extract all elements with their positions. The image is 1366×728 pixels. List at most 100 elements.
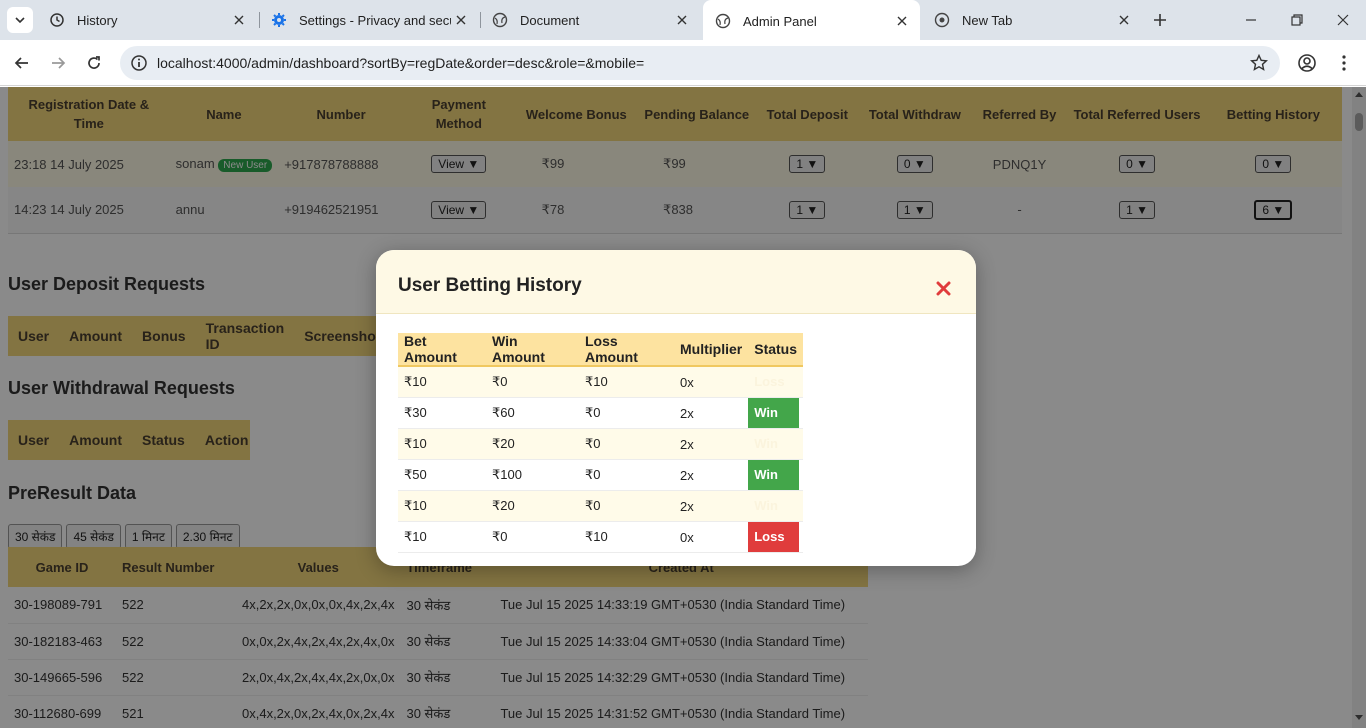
minimize-button[interactable] — [1228, 0, 1274, 40]
tab-search-button[interactable] — [7, 7, 33, 33]
close-tab-icon[interactable] — [229, 10, 249, 30]
col-header: Loss Amount — [579, 333, 674, 367]
bet-amount: ₹10 — [398, 490, 486, 522]
table-row: ₹10 ₹0 ₹10 0x Loss — [398, 366, 804, 398]
bet-amount: ₹10 — [398, 521, 486, 553]
col-header: Status — [748, 333, 804, 367]
status-cell: Win — [748, 397, 804, 429]
col-header: Win Amount — [486, 333, 579, 367]
new-tab-button[interactable] — [1148, 8, 1172, 32]
more-vert-icon — [1342, 55, 1346, 71]
profile-icon — [1298, 54, 1316, 72]
multiplier: 2x — [674, 397, 749, 429]
loss-amount: ₹0 — [579, 459, 674, 491]
tab-new-tab[interactable]: New Tab — [922, 0, 1142, 40]
table-row: ₹50 ₹100 ₹0 2x Win — [398, 459, 804, 491]
status-cell: Loss — [748, 366, 804, 398]
table-row: ₹30 ₹60 ₹0 2x Win — [398, 397, 804, 429]
tab-title: Document — [520, 12, 580, 28]
arrow-right-icon — [52, 57, 66, 69]
globe-icon — [492, 12, 508, 28]
arrow-left-icon — [14, 57, 28, 69]
tab-history[interactable]: History — [37, 0, 257, 40]
reload-icon — [88, 56, 100, 69]
win-amount: ₹0 — [486, 366, 579, 398]
multiplier: 2x — [674, 428, 749, 460]
col-header: Multiplier — [674, 333, 749, 367]
modal-close-button[interactable] — [933, 278, 953, 298]
status-badge: Win — [754, 436, 778, 451]
multiplier: 2x — [674, 490, 749, 522]
minimize-icon — [1246, 19, 1256, 21]
multiplier: 0x — [674, 366, 749, 398]
chevron-down-icon — [15, 17, 25, 24]
status-cell: Win — [748, 459, 804, 491]
modal-header: User Betting History — [376, 250, 976, 314]
url-text: localhost:4000/admin/dashboard?sortBy=re… — [157, 55, 645, 71]
win-amount: ₹60 — [486, 397, 579, 429]
tab-title: New Tab — [962, 12, 1013, 28]
address-bar[interactable]: localhost:4000/admin/dashboard?sortBy=re… — [120, 46, 1280, 80]
status-badge: Win — [754, 498, 778, 513]
loss-amount: ₹10 — [579, 521, 674, 553]
chrome-icon — [934, 12, 950, 28]
win-amount: ₹20 — [486, 428, 579, 460]
close-icon — [1337, 14, 1349, 26]
menu-button[interactable] — [1331, 50, 1357, 76]
bet-amount: ₹50 — [398, 459, 486, 491]
loss-amount: ₹0 — [579, 397, 674, 429]
tab-admin-panel[interactable]: Admin Panel — [703, 0, 920, 42]
betting-table-header: Bet Amount Win Amount Loss Amount Multip… — [398, 333, 804, 367]
bet-amount: ₹30 — [398, 397, 486, 429]
close-icon — [936, 281, 950, 295]
tab-title: Admin Panel — [743, 13, 817, 29]
table-row: ₹10 ₹20 ₹0 2x Win — [398, 490, 804, 522]
close-tab-icon[interactable] — [451, 10, 471, 30]
history-icon — [49, 12, 65, 28]
betting-history-table: Bet Amount Win Amount Loss Amount Multip… — [398, 333, 804, 553]
gear-icon — [271, 12, 287, 28]
bet-amount: ₹10 — [398, 366, 486, 398]
loss-amount: ₹10 — [579, 366, 674, 398]
tab-settings[interactable]: Settings - Privacy and security — [259, 0, 479, 40]
bookmark-star-icon[interactable] — [1249, 53, 1269, 77]
status-badge: Win — [748, 460, 800, 490]
tab-title: History — [77, 12, 118, 28]
table-row: ₹10 ₹20 ₹0 2x Win — [398, 428, 804, 460]
status-cell: Loss — [748, 521, 804, 553]
status-badge: Loss — [748, 522, 800, 552]
multiplier: 0x — [674, 521, 749, 553]
globe-icon — [715, 13, 731, 29]
reload-button[interactable] — [81, 50, 107, 76]
forward-button[interactable] — [45, 50, 71, 76]
loss-amount: ₹0 — [579, 490, 674, 522]
browser-toolbar: localhost:4000/admin/dashboard?sortBy=re… — [0, 40, 1366, 86]
back-button[interactable] — [9, 50, 35, 76]
close-tab-icon[interactable] — [892, 11, 912, 31]
close-tab-icon[interactable] — [672, 10, 692, 30]
table-row: ₹10 ₹0 ₹10 0x Loss — [398, 521, 804, 553]
bet-amount: ₹10 — [398, 428, 486, 460]
tab-title: Settings - Privacy and security — [299, 12, 451, 28]
multiplier: 2x — [674, 459, 749, 491]
restore-icon — [1291, 14, 1303, 26]
profile-button[interactable] — [1294, 50, 1320, 76]
betting-history-modal: User Betting History Bet Amount Win Amou… — [376, 250, 976, 566]
win-amount: ₹20 — [486, 490, 579, 522]
status-badge: Win — [748, 398, 800, 428]
status-badge: Loss — [754, 374, 785, 389]
win-amount: ₹100 — [486, 459, 579, 491]
restore-button[interactable] — [1274, 0, 1320, 40]
close-tab-icon[interactable] — [1114, 10, 1134, 30]
col-header: Bet Amount — [398, 333, 486, 367]
modal-title: User Betting History — [398, 275, 582, 296]
status-cell: Win — [748, 428, 804, 460]
close-window-button[interactable] — [1320, 0, 1366, 40]
tab-document[interactable]: Document — [480, 0, 700, 40]
browser-tab-strip: History Settings - Privacy and security … — [0, 0, 1366, 42]
plus-icon — [1154, 14, 1166, 26]
loss-amount: ₹0 — [579, 428, 674, 460]
win-amount: ₹0 — [486, 521, 579, 553]
status-cell: Win — [748, 490, 804, 522]
site-info-icon[interactable] — [130, 54, 148, 77]
